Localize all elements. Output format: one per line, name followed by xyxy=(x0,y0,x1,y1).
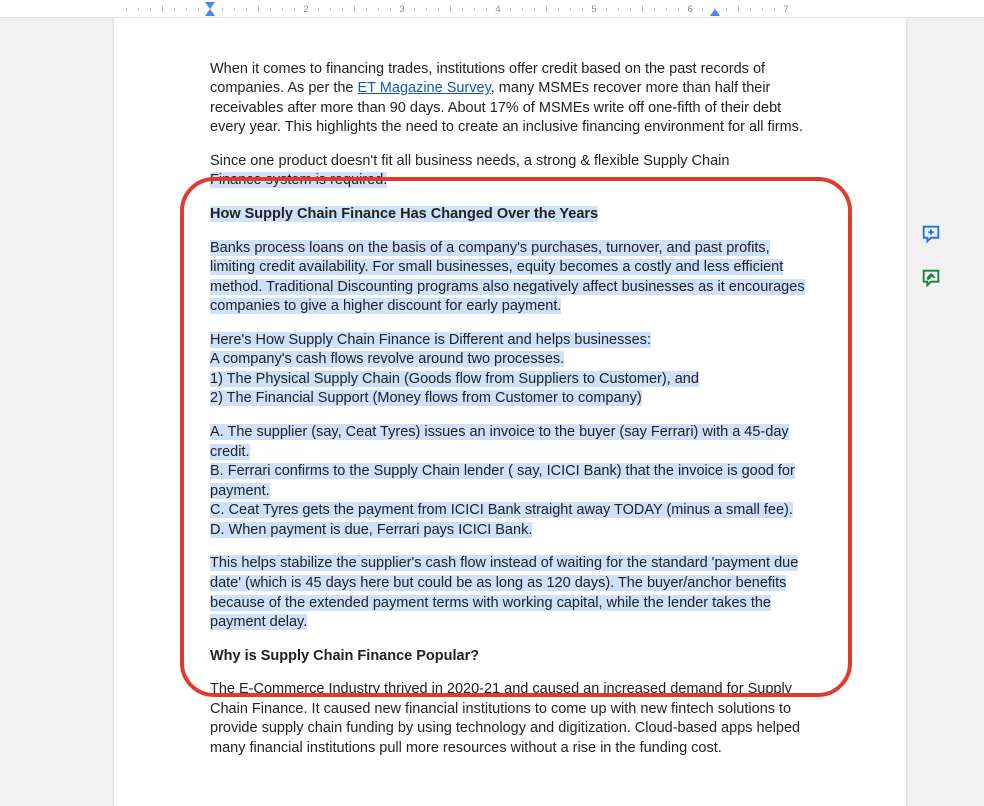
body-text[interactable]: Banks process loans on the basis of a co… xyxy=(210,239,810,317)
comment-suggest-rail xyxy=(918,222,944,292)
body-text[interactable]: This helps stabilize the supplier's cash… xyxy=(210,554,810,632)
hyperlink-et-magazine-survey[interactable]: ET Magazine Survey xyxy=(358,80,491,96)
body-text[interactable]: When it comes to financing trades, insti… xyxy=(210,60,810,138)
add-comment-icon xyxy=(920,223,942,248)
body-text[interactable]: A. The supplier (say, Ceat Tyres) issues… xyxy=(210,423,810,540)
selected-text[interactable]: Finance system is required. xyxy=(210,172,387,188)
page[interactable]: billion. When it comes to financing trad… xyxy=(114,18,906,806)
body-text[interactable]: Here's How Supply Chain Finance is Diffe… xyxy=(210,331,810,409)
heading-section-1[interactable]: How Supply Chain Finance Has Changed Ove… xyxy=(210,205,810,225)
body-text[interactable]: Since one product doesn't fit all busine… xyxy=(210,152,810,191)
suggest-edits-button[interactable] xyxy=(918,266,944,292)
add-comment-button[interactable] xyxy=(918,222,944,248)
ruler-tick: 7 xyxy=(776,0,796,18)
suggest-edits-icon xyxy=(920,267,942,292)
heading-section-2[interactable]: Why is Supply Chain Finance Popular? xyxy=(210,647,810,667)
body-text[interactable]: The E-Commerce Industry thrived in 2020-… xyxy=(210,680,810,758)
editor-canvas[interactable]: billion. When it comes to financing trad… xyxy=(0,18,984,806)
horizontal-ruler: 1234567 xyxy=(0,0,984,18)
document-body[interactable]: billion. When it comes to financing trad… xyxy=(210,18,810,758)
text-run[interactable]: Since one product doesn't fit all busine… xyxy=(210,153,729,169)
